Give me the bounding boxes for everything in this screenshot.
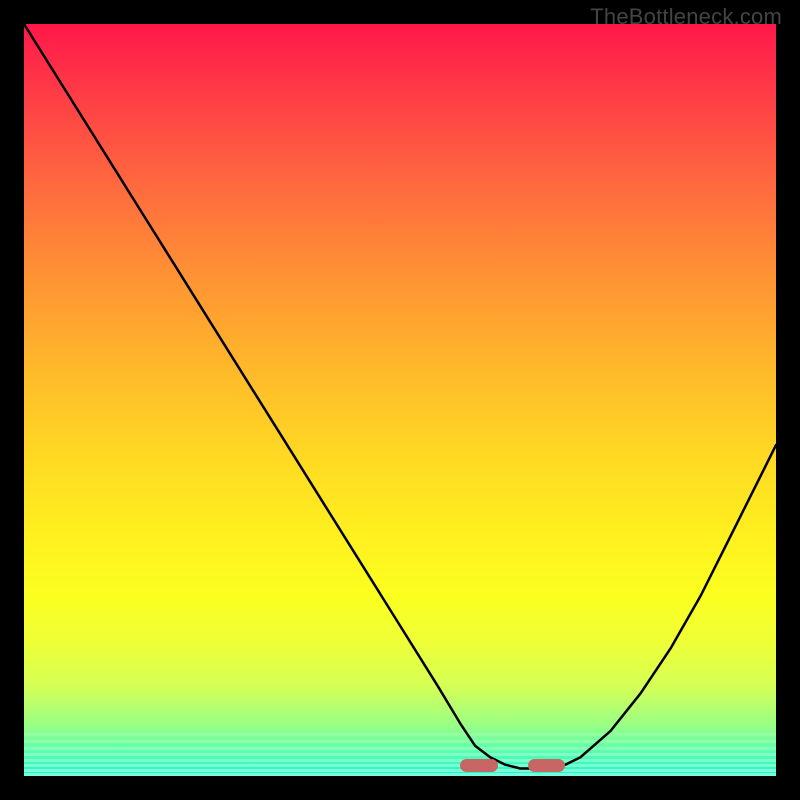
bottleneck-curve: [24, 24, 776, 769]
chart-frame: TheBottleneck.com: [0, 0, 800, 800]
range-marker: [460, 759, 498, 772]
plot-area: [24, 24, 776, 776]
curve-svg: [24, 24, 776, 776]
range-marker: [528, 759, 566, 772]
